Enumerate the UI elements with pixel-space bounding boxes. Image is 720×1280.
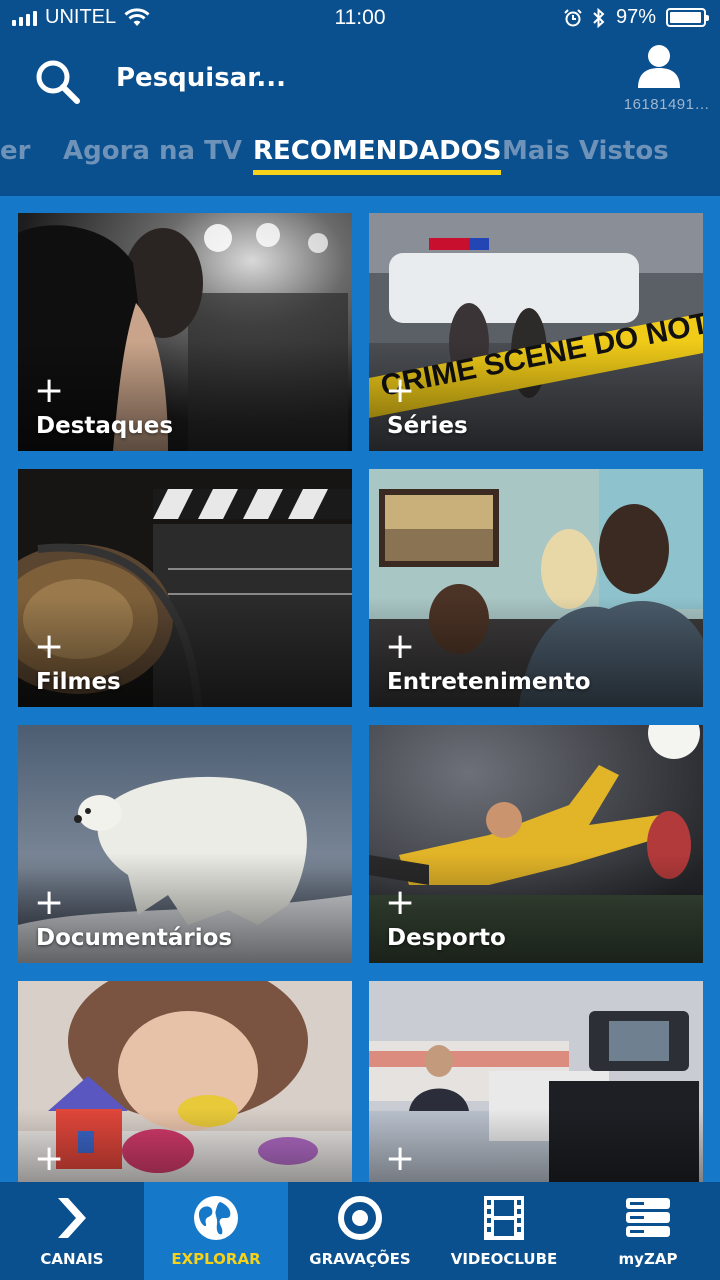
tile-shade	[18, 1109, 352, 1182]
status-bar: UNITEL 11:00 97%	[0, 0, 720, 36]
bottom-navigation: CANAIS EXPLORAR GRAVAÇÕES VIDEOCLUBE myZ…	[0, 1182, 720, 1280]
category-grid: + Destaques CRIME SCENE DO NOT C + Série…	[0, 196, 720, 1182]
battery-fill	[670, 12, 702, 23]
tab-label: er	[0, 136, 31, 166]
category-tile-filmes[interactable]: + Filmes	[18, 469, 352, 707]
nav-videoclube[interactable]: VIDEOCLUBE	[432, 1182, 576, 1280]
category-tile-kids[interactable]: +	[18, 981, 352, 1182]
category-tile-series[interactable]: CRIME SCENE DO NOT C + Séries	[369, 213, 703, 451]
plus-icon: +	[34, 1138, 65, 1179]
profile-button[interactable]: 16181491…	[614, 42, 710, 114]
record-icon	[338, 1196, 382, 1240]
app-header: Pesquisar... 16181491… er Agora na TV RE…	[0, 36, 720, 196]
tile-label: Séries	[387, 413, 468, 439]
globe-icon	[194, 1196, 238, 1240]
status-right: 97%	[564, 6, 709, 29]
server-stack-icon	[626, 1198, 670, 1237]
tile-label: Destaques	[36, 413, 174, 439]
category-tile-news[interactable]: +	[369, 981, 703, 1182]
tile-label: Documentários	[36, 925, 233, 951]
tab-partial[interactable]: er	[0, 136, 30, 166]
plus-icon: +	[34, 626, 65, 667]
tile-label: Desporto	[387, 925, 506, 951]
nav-label: myZAP	[618, 1250, 678, 1268]
tile-label: Filmes	[36, 669, 121, 695]
bluetooth-icon	[593, 7, 605, 28]
category-tabs: er Agora na TV RECOMENDADOS Mais Vistos	[0, 136, 720, 192]
plus-icon: +	[385, 1138, 416, 1179]
tile-shade	[369, 1109, 703, 1182]
category-tile-destaques[interactable]: + Destaques	[18, 213, 352, 451]
plus-icon: +	[385, 882, 416, 923]
nav-label: GRAVAÇÕES	[309, 1250, 411, 1268]
nav-canais[interactable]: CANAIS	[0, 1182, 144, 1280]
tab-label: RECOMENDADOS	[253, 136, 502, 166]
active-tab-underline	[253, 170, 502, 175]
user-icon	[638, 45, 680, 88]
tab-label: Agora na TV	[63, 136, 242, 166]
category-tile-desporto[interactable]: + Desporto	[369, 725, 703, 963]
alarm-icon	[564, 8, 582, 26]
film-strip-icon	[484, 1196, 524, 1240]
nav-label: CANAIS	[40, 1250, 104, 1268]
tile-label: Entretenimento	[387, 669, 591, 695]
plus-icon: +	[385, 626, 416, 667]
tab-agora-na-tv[interactable]: Agora na TV	[63, 136, 242, 166]
category-tile-documentarios[interactable]: + Documentários	[18, 725, 352, 963]
plus-icon: +	[34, 370, 65, 411]
nav-label: VIDEOCLUBE	[450, 1250, 558, 1268]
nav-label: EXPLORAR	[171, 1250, 261, 1268]
nav-myzap[interactable]: myZAP	[576, 1182, 720, 1280]
plus-icon: +	[385, 370, 416, 411]
category-tile-entretenimento[interactable]: + Entretenimento	[369, 469, 703, 707]
tab-label: Mais Vistos	[502, 136, 669, 166]
tab-recomendados[interactable]: RECOMENDADOS	[253, 136, 502, 175]
tab-mais-vistos[interactable]: Mais Vistos	[502, 136, 669, 166]
nav-explorar[interactable]: EXPLORAR	[144, 1182, 288, 1280]
battery-icon	[666, 8, 709, 27]
battery-percent: 97%	[615, 6, 656, 28]
account-id: 16181491…	[623, 96, 710, 113]
search-icon[interactable]	[32, 56, 84, 108]
plus-icon: +	[34, 882, 65, 923]
chevron-right-icon	[58, 1198, 86, 1238]
nav-gravacoes[interactable]: GRAVAÇÕES	[288, 1182, 432, 1280]
search-input[interactable]: Pesquisar...	[116, 63, 286, 93]
